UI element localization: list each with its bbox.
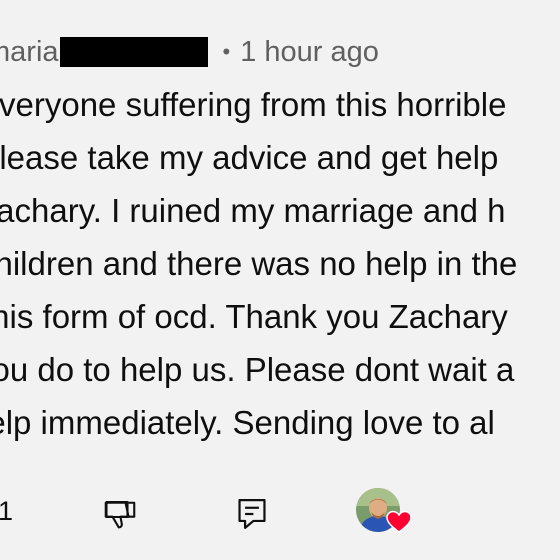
creator-heart	[356, 488, 414, 536]
comment-header: maria • 1 hour ago	[0, 30, 379, 74]
redacted-username	[59, 37, 208, 67]
comment-line: this form of ocd. Thank you Zachary	[0, 298, 508, 335]
reply-icon	[238, 499, 266, 529]
separator-dot: •	[222, 39, 231, 64]
like-count: 1	[0, 496, 14, 526]
dislike-button[interactable]	[100, 494, 140, 534]
creator-heart-icon	[386, 510, 412, 533]
comment-line: you do to help us. Please dont wait a	[0, 351, 515, 388]
comment-timestamp[interactable]: 1 hour ago	[240, 36, 379, 69]
comment-line: children and there was no help in the	[0, 245, 518, 282]
reply-button[interactable]	[232, 494, 272, 534]
thumb-down-icon	[104, 500, 136, 529]
comment-line: Everyone suffering from this horrible	[0, 86, 507, 123]
comment-line: Zachary. I ruined my marriage and h	[0, 192, 506, 229]
comment-line: please take my advice and get help	[0, 139, 499, 176]
comment-body: Everyone suffering from this horrible pl…	[0, 80, 560, 480]
comment-line: help immediately. Sending love to al	[0, 404, 495, 441]
comment-author[interactable]: maria	[0, 36, 59, 69]
comment-actions: 1	[0, 486, 560, 542]
